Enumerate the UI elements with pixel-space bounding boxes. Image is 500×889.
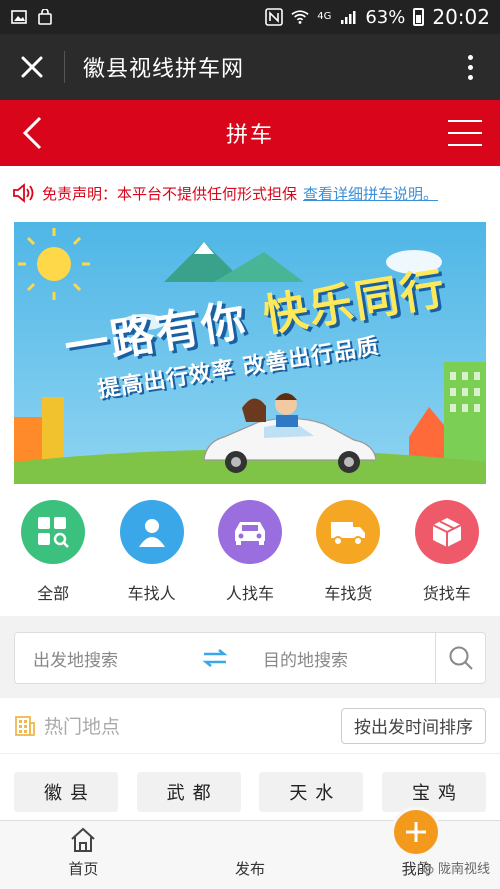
category-label: 人找车 — [225, 584, 274, 603]
close-button[interactable] — [0, 34, 64, 100]
box-icon — [432, 518, 462, 547]
category-circle — [21, 500, 86, 564]
nav-publish-label: 发布 — [235, 860, 266, 878]
category-circle — [119, 500, 184, 564]
menu-line — [448, 144, 482, 146]
more-dot — [467, 64, 473, 70]
close-icon — [21, 56, 43, 78]
divider — [64, 51, 65, 83]
shopping-bag-icon — [36, 8, 54, 26]
category-car-seeks-people[interactable]: 车找人 — [104, 500, 200, 616]
place-chip[interactable]: 宝鸡 — [381, 772, 486, 812]
banner-container: 一路有你 快乐同行 提高出行效率 改善出行品质 — [0, 220, 500, 488]
details-link[interactable]: 查看详细拼车说明。 — [303, 183, 438, 204]
image-icon — [10, 8, 28, 26]
place-chip[interactable]: 徽县 — [14, 772, 118, 812]
category-people-seek-car[interactable]: 人找车 — [202, 500, 298, 616]
place-chip[interactable]: 天水 — [259, 772, 364, 812]
menu-line — [448, 132, 482, 134]
nav-home[interactable]: 首页 — [0, 821, 167, 889]
category-label: 全部 — [37, 584, 70, 603]
truck-icon — [331, 522, 366, 546]
category-all[interactable]: 全部 — [5, 500, 101, 616]
search-section: 出发地搜索 目的地搜索 — [0, 616, 500, 698]
wechat-icon — [417, 861, 434, 874]
category-cargo-seeks-car[interactable]: 货找车 — [399, 500, 495, 616]
network-indicator: 4G — [317, 11, 332, 22]
hot-places-header: 热门地点 按出发时间排序 — [0, 698, 500, 754]
route-search: 出发地搜索 目的地搜索 — [14, 632, 486, 684]
more-dot — [467, 54, 473, 60]
page-title: 拼车 — [225, 123, 274, 148]
banner[interactable]: 一路有你 快乐同行 提高出行效率 改善出行品质 — [14, 222, 486, 484]
origin-search-input[interactable]: 出发地搜索 — [15, 646, 185, 671]
more-menu-button[interactable] — [440, 54, 500, 80]
bottom-nav: 首页 发布 我的 陇南视线 — [0, 807, 500, 889]
disclaimer-text: 免责声明：本平台不提供任何形式担保 — [42, 184, 298, 203]
category-circle — [217, 500, 282, 564]
car-icon — [234, 522, 265, 545]
battery-percent: 63% — [365, 6, 406, 28]
chevron-left-icon — [22, 116, 42, 150]
signal-icon — [339, 8, 357, 26]
clock: 20:02 — [432, 5, 490, 29]
person-icon — [138, 519, 165, 547]
nfc-icon — [265, 8, 284, 26]
browser-title: 徽县视线拼车网 — [83, 57, 245, 82]
watermark-text: 陇南视线 — [437, 862, 490, 877]
plus-icon — [405, 822, 426, 842]
place-chip[interactable]: 武都 — [136, 772, 241, 812]
watermark: 陇南视线 — [417, 858, 490, 877]
search-icon — [449, 646, 473, 670]
back-button[interactable] — [20, 116, 46, 150]
swap-arrows-icon — [202, 649, 228, 667]
status-bar: 4G 63% 20:02 — [0, 0, 500, 34]
nav-home-label: 首页 — [68, 860, 99, 878]
nav-publish[interactable]: 发布 — [167, 807, 441, 889]
destination-search-input[interactable]: 目的地搜索 — [245, 646, 435, 671]
category-grid: 全部 车找人 人找车 车找货 货找车 — [0, 488, 500, 616]
menu-button[interactable] — [448, 120, 482, 146]
hot-places-title: 热门地点 — [44, 716, 121, 738]
more-dot — [467, 74, 473, 80]
battery-icon — [413, 8, 425, 26]
swap-button[interactable] — [185, 648, 245, 668]
category-circle — [316, 500, 381, 564]
sort-by-departure-button[interactable]: 按出发时间排序 — [341, 707, 486, 744]
publish-button[interactable] — [390, 807, 441, 857]
menu-line — [448, 120, 482, 122]
wifi-icon — [291, 8, 309, 26]
disclaimer-bar: 免责声明：本平台不提供任何形式担保 查看详细拼车说明。 — [0, 166, 500, 220]
grid-search-icon — [38, 517, 70, 548]
category-car-seeks-cargo[interactable]: 车找货 — [300, 500, 396, 616]
speaker-icon — [13, 183, 34, 203]
building-icon — [15, 715, 35, 736]
browser-bar: 徽县视线拼车网 — [0, 34, 500, 100]
category-label: 车找货 — [324, 584, 373, 603]
category-label: 车找人 — [127, 584, 176, 603]
category-circle — [414, 500, 479, 564]
home-icon — [71, 827, 96, 852]
search-button[interactable] — [435, 633, 485, 683]
app-header: 拼车 — [0, 100, 500, 166]
category-label: 货找车 — [422, 584, 471, 603]
